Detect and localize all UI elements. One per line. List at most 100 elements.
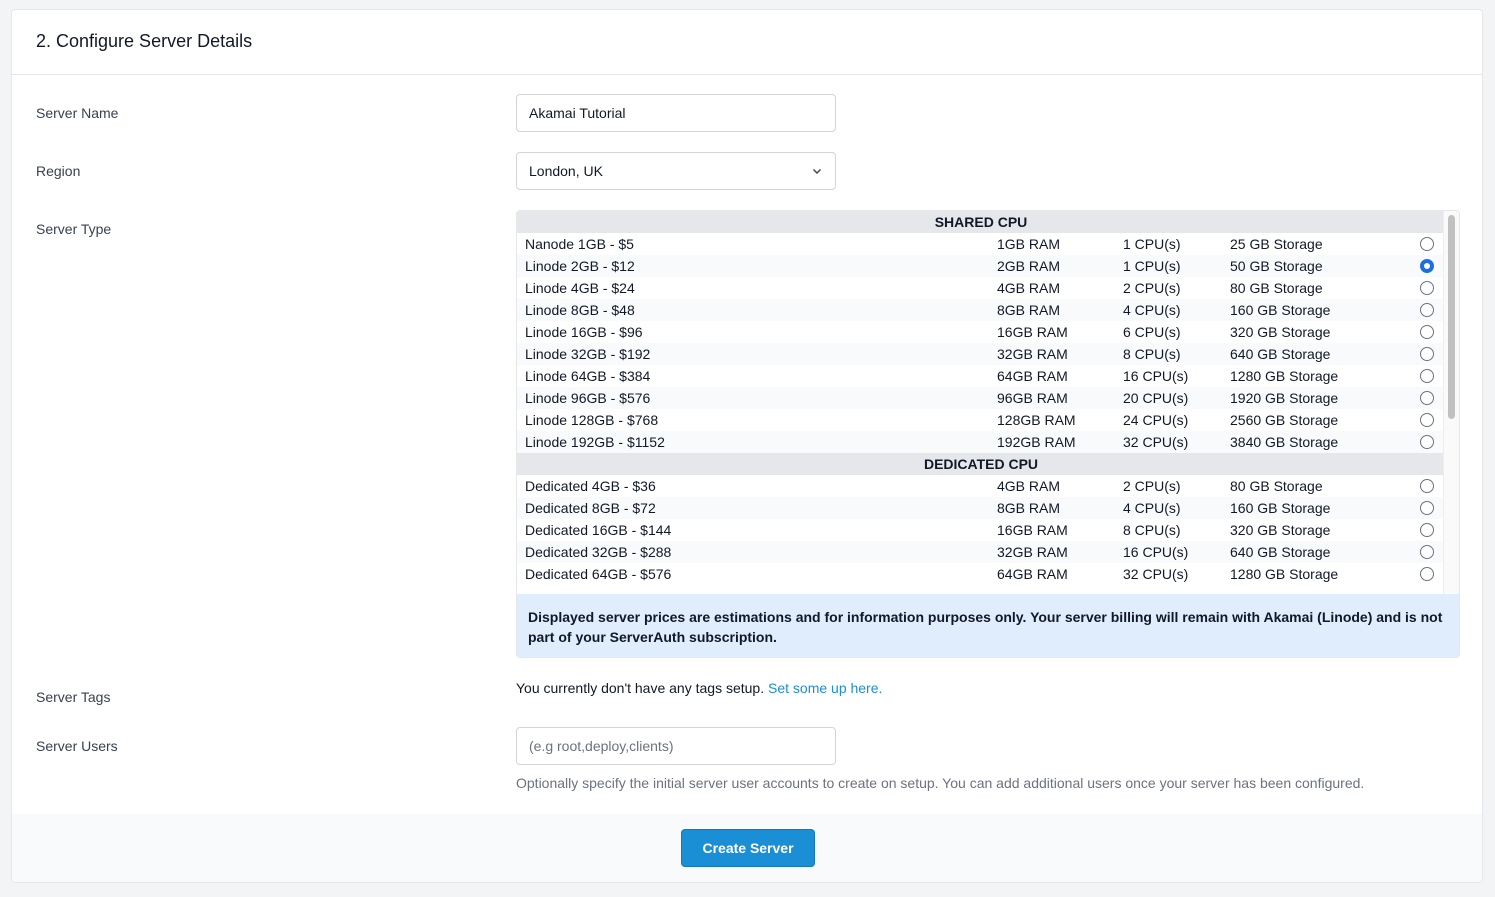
server-type-cpu: 1 CPU(s) [1123,258,1181,274]
setup-tags-link[interactable]: Set some up here. [768,680,882,696]
radio-button[interactable] [1420,325,1434,339]
radio-button-selected[interactable] [1420,259,1434,273]
server-type-cpu: 2 CPU(s) [1123,280,1181,296]
page-title: 2. Configure Server Details [36,31,253,51]
configure-server-card: 2. Configure Server Details Server Name … [11,9,1483,883]
radio-button[interactable] [1420,391,1434,405]
radio-button[interactable] [1420,567,1434,581]
server-type-row[interactable]: Dedicated 4GB - $36 4GB RAM 2 CPU(s) 80 GB … [517,475,1445,497]
card-header: 2. Configure Server Details [12,10,1482,75]
group-header: SHARED CPU [517,211,1445,233]
server-type-row[interactable]: Linode 2GB - $12 2GB RAM 1 CPU(s) 50 GB Sto… [517,255,1445,277]
region-select[interactable]: London, UK [516,152,836,190]
radio-button[interactable] [1420,413,1434,427]
server-type-cpu: 2 CPU(s) [1123,478,1181,494]
group-header: DEDICATED CPU [517,453,1445,475]
server-name-input[interactable] [516,94,836,132]
server-type-ram: 32GB RAM [997,544,1068,560]
server-type-name: Dedicated 8GB - $72 [525,500,656,516]
server-type-storage: 2560 GB Storage [1230,412,1339,428]
radio-button[interactable] [1420,435,1434,449]
server-users-help: Optionally specify the initial server us… [516,775,1365,791]
server-type-cpu: 32 CPU(s) [1123,434,1189,450]
radio-button[interactable] [1420,545,1434,559]
server-tags-label: Server Tags [36,689,111,705]
server-type-cpu: 32 CPU(s) [1123,566,1189,582]
server-type-ram: 64GB RAM [997,566,1068,582]
server-type-row[interactable]: Linode 192GB - $1152 192GB RAM 32 CPU(s) 38… [517,431,1445,453]
server-type-name: Dedicated 32GB - $288 [525,544,672,560]
server-tags-text: You currently don't have any tags setup. [516,680,765,696]
server-type-ram: 8GB RAM [997,302,1061,318]
server-type-row[interactable]: Dedicated 16GB - $144 16GB RAM 8 CPU(s) 320… [517,519,1445,541]
scrollbar[interactable] [1443,211,1459,594]
server-type-table: SHARED CPU Nanode 1GB - $5 1GB RAM 1 CPU(s)… [516,210,1460,658]
server-type-name: Dedicated 64GB - $576 [525,566,672,582]
server-type-ram: 8GB RAM [997,500,1061,516]
card-footer: Create Server [12,814,1482,882]
server-type-row[interactable]: Linode 32GB - $192 32GB RAM 8 CPU(s) 640 GB… [517,343,1445,365]
server-type-storage: 1920 GB Storage [1230,390,1339,406]
server-tags-message: You currently don't have any tags setup.… [516,680,882,696]
server-type-storage: 160 GB Storage [1230,500,1331,516]
scrollbar-thumb[interactable] [1448,215,1455,419]
server-type-ram: 2GB RAM [997,258,1061,274]
server-type-storage: 320 GB Storage [1230,522,1331,538]
region-label: Region [36,163,81,179]
server-type-cpu: 16 CPU(s) [1123,368,1189,384]
server-type-ram: 32GB RAM [997,346,1068,362]
server-type-row[interactable]: Linode 8GB - $48 8GB RAM 4 CPU(s) 160 GB St… [517,299,1445,321]
radio-button[interactable] [1420,369,1434,383]
radio-button[interactable] [1420,501,1434,515]
radio-button[interactable] [1420,281,1434,295]
server-type-ram: 192GB RAM [997,434,1076,450]
server-type-storage: 80 GB Storage [1230,280,1323,296]
server-type-name: Linode 16GB - $96 [525,324,643,340]
server-type-row[interactable]: Dedicated 8GB - $72 8GB RAM 4 CPU(s) 160 GB… [517,497,1445,519]
server-type-cpu: 4 CPU(s) [1123,500,1181,516]
server-type-row[interactable]: Nanode 1GB - $5 1GB RAM 1 CPU(s) 25 GB Stor… [517,233,1445,255]
server-type-storage: 1280 GB Storage [1230,368,1339,384]
server-type-cpu: 8 CPU(s) [1123,522,1181,538]
region-selected-value: London, UK [529,163,603,179]
server-type-ram: 64GB RAM [997,368,1068,384]
server-name-label: Server Name [36,105,119,121]
server-type-row[interactable]: Linode 64GB - $384 64GB RAM 16 CPU(s) 1280 … [517,365,1445,387]
server-type-row[interactable]: Dedicated 64GB - $576 64GB RAM 32 CPU(s) 12… [517,563,1445,585]
group-rows: Nanode 1GB - $5 1GB RAM 1 CPU(s) 25 GB Stor… [517,233,1445,453]
server-type-cpu: 16 CPU(s) [1123,544,1189,560]
radio-button[interactable] [1420,347,1434,361]
radio-button[interactable] [1420,523,1434,537]
server-type-name: Linode 4GB - $24 [525,280,635,296]
pricing-notice: Displayed server prices are estimations … [517,594,1459,657]
create-server-button[interactable]: Create Server [681,829,815,867]
server-type-storage: 640 GB Storage [1230,346,1331,362]
server-type-ram: 4GB RAM [997,280,1061,296]
server-type-ram: 128GB RAM [997,412,1076,428]
server-type-row[interactable]: Linode 96GB - $576 96GB RAM 20 CPU(s) 1920 … [517,387,1445,409]
server-type-row[interactable]: Dedicated 32GB - $288 32GB RAM 16 CPU(s) 64… [517,541,1445,563]
server-type-name: Dedicated 16GB - $144 [525,522,672,538]
server-type-name: Linode 192GB - $1152 [525,434,665,450]
server-type-row[interactable]: Linode 16GB - $96 16GB RAM 6 CPU(s) 320 GB … [517,321,1445,343]
server-type-name: Linode 128GB - $768 [525,412,659,428]
server-type-storage: 3840 GB Storage [1230,434,1339,450]
radio-button[interactable] [1420,479,1434,493]
server-type-cpu: 1 CPU(s) [1123,236,1181,252]
server-type-storage: 50 GB Storage [1230,258,1323,274]
server-type-storage: 160 GB Storage [1230,302,1331,318]
server-type-name: Linode 2GB - $12 [525,258,635,274]
server-type-list[interactable]: SHARED CPU Nanode 1GB - $5 1GB RAM 1 CPU(s)… [517,211,1445,594]
server-users-input[interactable] [516,727,836,765]
server-users-label: Server Users [36,738,118,754]
radio-button[interactable] [1420,237,1434,251]
server-type-name: Linode 64GB - $384 [525,368,651,384]
server-type-name: Linode 8GB - $48 [525,302,635,318]
server-type-row[interactable]: Linode 4GB - $24 4GB RAM 2 CPU(s) 80 GB Sto… [517,277,1445,299]
radio-button[interactable] [1420,303,1434,317]
server-type-row[interactable]: Linode 128GB - $768 128GB RAM 24 CPU(s) 256… [517,409,1445,431]
server-type-ram: 16GB RAM [997,522,1068,538]
server-type-name: Linode 96GB - $576 [525,390,651,406]
server-type-storage: 640 GB Storage [1230,544,1331,560]
server-type-ram: 16GB RAM [997,324,1068,340]
